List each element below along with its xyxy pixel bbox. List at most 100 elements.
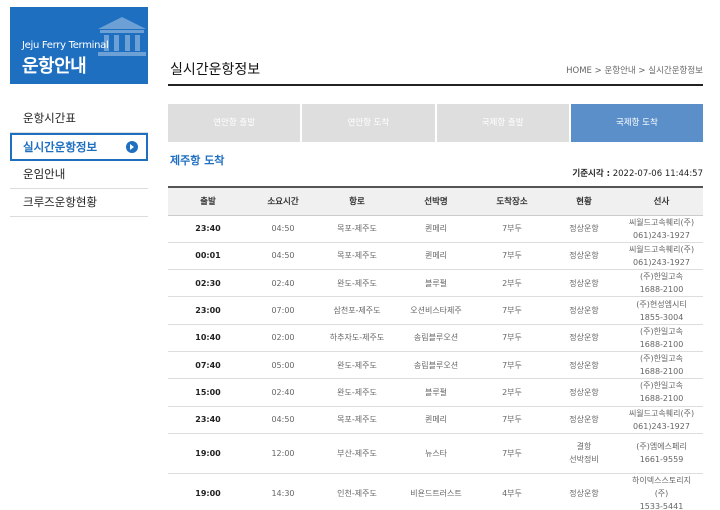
- status-cell: 결항 선박정비: [548, 433, 620, 474]
- company-name: (주)한일고속: [639, 272, 684, 282]
- ship-cell-text: 오션비스타제주: [410, 306, 462, 316]
- table-row: 10:40 02:00 하추자도-제주도 송림블루오션 7부두 정상운항 (주)한일고속 16…: [168, 324, 703, 352]
- company-cell: (주)한일고속 1688-2100: [620, 378, 703, 407]
- status-cell: 정상운항: [548, 351, 620, 380]
- table-row: 00:01 04:50 목포-제주도 퀸메리 7부두 정상운항 씨월드고속훼리(주) 061)…: [168, 242, 703, 271]
- company-cell: 하이덱스스토리지 (주) 1533-5441: [620, 473, 703, 510]
- duration-cell: 04:50: [248, 215, 318, 243]
- arrival-place-cell-text: 4부두: [502, 488, 522, 498]
- company-phone: 1688-2100: [639, 285, 684, 295]
- building-icon: [98, 17, 146, 56]
- logo-english-text: Jeju Ferry Terminal: [22, 40, 109, 51]
- column-header-status: 현황: [548, 186, 620, 216]
- ship-cell-text: 비욘드트러스트: [410, 488, 462, 498]
- status-cell-text: 정상운항: [569, 387, 599, 397]
- duration-cell: 04:50: [248, 406, 318, 434]
- table-row: 07:40 05:00 완도-제주도 송림블루오션 7부두 정상운항 (주)한일고속 1688…: [168, 351, 703, 380]
- duration-cell: 02:40: [248, 378, 318, 407]
- tab-coastal-arrival[interactable]: 연안항 도착: [302, 104, 435, 142]
- company-name: (주)한일고속: [639, 381, 684, 391]
- departure-cell-text: 00:01: [195, 251, 221, 261]
- arrival-place-cell: 7부두: [476, 351, 548, 380]
- departure-cell: 23:00: [168, 296, 248, 325]
- ship-cell: 퀸메리: [396, 215, 476, 243]
- status-cell: 정상운항: [548, 473, 620, 510]
- breadcrumb: HOME > 운항안내 > 실시간운항정보: [566, 66, 703, 76]
- sidebar-item-timetable[interactable]: 운항시간표: [10, 105, 148, 133]
- route-cell: 부산-제주도: [318, 433, 396, 474]
- company-name: (주)현성엠시티: [636, 299, 687, 309]
- company-phone: 1688-2100: [639, 394, 684, 404]
- site-logo[interactable]: Jeju Ferry Terminal 운항안내: [10, 7, 148, 84]
- duration-cell-text: 12:00: [271, 448, 295, 458]
- status-cell-text: 정상운항: [569, 488, 599, 498]
- departure-cell: 19:00: [168, 433, 248, 474]
- ship-cell-text: 블루펄: [424, 278, 448, 288]
- ship-cell: 오션비스타제주: [396, 296, 476, 325]
- company-cell: (주)한일고속 1688-2100: [620, 324, 703, 352]
- arrival-place-cell-text: 7부두: [502, 448, 522, 458]
- tab-bar: 연안항 출발 연안항 도착 국제항 출발 국제항 도착: [168, 104, 703, 142]
- departure-cell-text: 15:00: [195, 387, 221, 397]
- ship-cell-text: 퀸메리: [424, 224, 448, 234]
- departure-cell-text: 19:00: [195, 488, 221, 498]
- section-title: 제주항 도착: [170, 154, 225, 167]
- route-cell: 목포-제주도: [318, 215, 396, 243]
- duration-cell-text: 04:50: [271, 415, 295, 425]
- departure-cell-text: 23:00: [195, 306, 221, 316]
- column-header-route: 항로: [318, 186, 396, 216]
- ship-cell: 블루펄: [396, 378, 476, 407]
- departure-cell-text: 02:30: [195, 278, 221, 288]
- base-time: 기준시각 : 2022-07-06 11:44:57: [572, 167, 703, 179]
- ship-cell: 송림블루오션: [396, 324, 476, 352]
- route-cell: 목포-제주도: [318, 406, 396, 434]
- status-cell-text: 정상운항: [569, 306, 599, 316]
- status-cell-text: 정상운항: [569, 333, 599, 343]
- route-cell: 목포-제주도: [318, 242, 396, 271]
- arrivals-table: 출발 소요시간 항로 선박명 도착장소 현황 선사 23:40 04:50 목포-제…: [168, 186, 703, 510]
- ship-cell-text: 송림블루오션: [413, 360, 459, 370]
- status-cell-text: 결항 선박정비: [569, 442, 599, 465]
- sidebar-item-fare-info[interactable]: 운임안내: [10, 161, 148, 189]
- status-cell: 정상운항: [548, 324, 620, 352]
- table-header-row: 출발 소요시간 항로 선박명 도착장소 현황 선사: [168, 186, 703, 216]
- arrival-place-cell: 2부두: [476, 269, 548, 298]
- departure-cell: 23:40: [168, 215, 248, 243]
- arrival-place-cell: 7부두: [476, 215, 548, 243]
- route-cell-text: 삼천포-제주도: [333, 306, 381, 316]
- status-cell-text: 정상운항: [569, 224, 599, 234]
- sidebar-item-cruise-status[interactable]: 크루즈운항현황: [10, 189, 148, 217]
- departure-cell-text: 23:40: [195, 415, 221, 425]
- departure-cell: 02:30: [168, 269, 248, 298]
- tab-coastal-departure[interactable]: 연안항 출발: [168, 104, 301, 142]
- tab-international-arrival[interactable]: 국제항 도착: [570, 104, 703, 142]
- company-phone: 1688-2100: [639, 367, 684, 377]
- sidebar-item-label: 실시간운항정보: [23, 140, 98, 154]
- title-divider: [168, 84, 703, 86]
- company-phone: 061)243-1927: [633, 257, 690, 267]
- company-cell: (주)한일고속 1688-2100: [620, 269, 703, 298]
- company-name: (주)엠에스페리: [636, 442, 687, 452]
- duration-cell: 07:00: [248, 296, 318, 325]
- column-header-company: 선사: [620, 186, 703, 216]
- ship-cell-text: 퀸메리: [424, 415, 448, 425]
- duration-cell: 12:00: [248, 433, 318, 474]
- column-header-arrival-place: 도착장소: [476, 186, 548, 216]
- arrival-place-cell-text: 7부두: [502, 224, 522, 234]
- sidebar-item-realtime-info[interactable]: 실시간운항정보: [10, 133, 148, 161]
- table-row: 15:00 02:40 완도-제주도 블루펄 2부두 정상운항 (주)한일고속 1688-21…: [168, 378, 703, 407]
- duration-cell: 02:40: [248, 269, 318, 298]
- column-header-departure: 출발: [168, 186, 248, 216]
- tab-international-departure[interactable]: 국제항 출발: [436, 104, 569, 142]
- status-cell: 정상운항: [548, 269, 620, 298]
- route-cell-text: 목포-제주도: [337, 224, 377, 234]
- route-cell-text: 부산-제주도: [337, 448, 377, 458]
- ship-cell-text: 퀸메리: [424, 251, 448, 261]
- ship-cell: 비욘드트러스트: [396, 473, 476, 510]
- arrival-place-cell-text: 7부두: [502, 306, 522, 316]
- sidebar-nav: 운항시간표 실시간운항정보 운임안내 크루즈운항현황: [10, 105, 148, 217]
- company-name: (주)한일고속: [639, 354, 684, 364]
- departure-cell: 23:40: [168, 406, 248, 434]
- company-name: 씨월드고속훼리(주): [628, 244, 695, 254]
- company-cell: 씨월드고속훼리(주) 061)243-1927: [620, 215, 703, 243]
